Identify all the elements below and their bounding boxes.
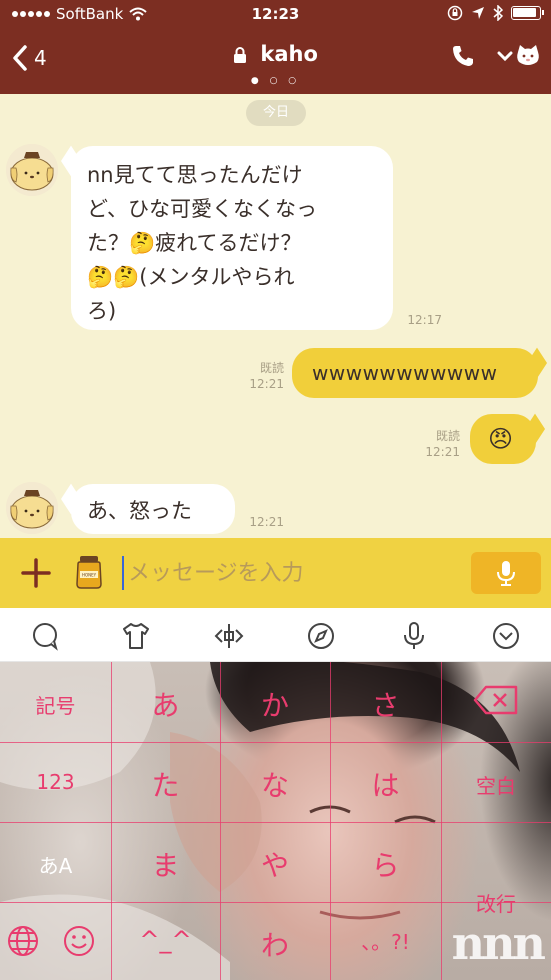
emoji-key[interactable] bbox=[62, 924, 96, 962]
avatar[interactable] bbox=[6, 144, 58, 196]
key-ta[interactable]: た bbox=[111, 764, 220, 804]
key-wa[interactable]: わ bbox=[220, 924, 330, 964]
voice-button[interactable] bbox=[471, 552, 541, 594]
cursor-move-icon[interactable] bbox=[213, 620, 245, 652]
chevron-down-icon bbox=[497, 51, 513, 62]
incoming-message-bubble[interactable]: nn見てて思ったんだけ ど、ひな可愛くなくなっ た？🤔疲れてるだけ？ 🤔🤔(メン… bbox=[71, 146, 393, 330]
message-input[interactable] bbox=[122, 556, 452, 590]
return-key[interactable]: 改行 bbox=[441, 888, 551, 917]
date-separator: 今日 bbox=[246, 100, 306, 126]
outgoing-message-bubble[interactable]: 😠 bbox=[470, 414, 536, 464]
honey-label: HONEY bbox=[82, 573, 97, 578]
key-a[interactable]: あ bbox=[111, 684, 220, 724]
rotation-lock-icon bbox=[447, 5, 463, 21]
microphone-icon bbox=[497, 561, 515, 586]
chevron-down-circle-icon[interactable] bbox=[490, 620, 522, 652]
key-na[interactable]: な bbox=[220, 764, 330, 804]
cat-mascot-icon bbox=[517, 45, 539, 65]
message-meta: 既読 12:21 bbox=[238, 360, 284, 392]
bluetooth-icon bbox=[493, 5, 503, 21]
status-bar: SoftBank 12:23 bbox=[0, 0, 551, 30]
chat-area[interactable]: 今日 nn見てて思ったんだけ ど、ひな可愛くなくなっ た？🤔疲れてるだけ？ 🤔🤔… bbox=[0, 94, 551, 538]
read-receipt: 既読 bbox=[435, 429, 460, 443]
key-input-mode[interactable]: あA bbox=[0, 850, 111, 879]
avatar[interactable] bbox=[6, 482, 58, 534]
backspace-icon bbox=[473, 685, 518, 715]
keyboard-toolbar bbox=[0, 608, 551, 662]
key-punctuation[interactable]: 、。?! bbox=[330, 926, 441, 955]
key-ra[interactable]: ら bbox=[330, 844, 441, 884]
message-line: た？🤔疲れてるだけ？ bbox=[87, 231, 302, 255]
location-icon bbox=[472, 7, 484, 19]
message-time: 12:21 bbox=[425, 445, 460, 459]
chat-title-text: kaho bbox=[260, 42, 318, 66]
keyboard: 記号 あ か さ 123 た な は 空白 あA ま や ら 改行 ^_^ わ … bbox=[0, 662, 551, 980]
incoming-message-bubble[interactable]: あ、怒った bbox=[71, 484, 235, 534]
speech-bubble-icon[interactable] bbox=[29, 620, 61, 652]
microphone-icon[interactable] bbox=[398, 620, 430, 652]
key-kaomoji[interactable]: ^_^ bbox=[111, 926, 220, 954]
message-input-bar: HONEY bbox=[0, 538, 551, 608]
header-actions bbox=[451, 44, 541, 68]
honey-jar-button[interactable]: HONEY bbox=[74, 554, 104, 594]
globe-icon bbox=[8, 926, 38, 956]
key-ka[interactable]: か bbox=[220, 684, 330, 724]
chat-header: 4 kaho ● ○ ○ bbox=[0, 30, 551, 94]
phone-icon[interactable] bbox=[451, 44, 475, 68]
pompompurin-avatar-icon bbox=[6, 144, 58, 196]
message-line: nn見てて思ったんだけ bbox=[87, 163, 303, 187]
angry-emoji: 😠 bbox=[488, 425, 514, 453]
key-ya[interactable]: や bbox=[220, 844, 330, 884]
pompompurin-avatar-icon bbox=[6, 482, 58, 534]
space-key[interactable]: 空白 bbox=[441, 770, 551, 799]
globe-key[interactable] bbox=[6, 924, 40, 962]
smiley-icon bbox=[64, 926, 94, 956]
watermark-logo: nnn bbox=[451, 916, 546, 970]
key-sa[interactable]: さ bbox=[330, 684, 441, 724]
read-receipt: 既読 bbox=[259, 361, 284, 375]
message-line: ど、ひな可愛くなくなっ bbox=[87, 197, 317, 221]
outgoing-message-bubble[interactable]: wwwwwwwwwww bbox=[292, 348, 538, 398]
lock-icon bbox=[234, 47, 247, 63]
honey-jar-icon: HONEY bbox=[76, 556, 102, 589]
message-time: 12:21 bbox=[249, 515, 284, 529]
message-meta: 既読 12:21 bbox=[414, 428, 460, 460]
battery-icon bbox=[511, 6, 544, 20]
menu-toggle[interactable] bbox=[497, 44, 541, 68]
message-text: wwwwwwwwwww bbox=[312, 361, 498, 385]
status-right bbox=[447, 5, 544, 21]
key-ha[interactable]: は bbox=[330, 764, 441, 804]
key-symbols[interactable]: 記号 bbox=[0, 690, 111, 719]
message-text: nn見てて思ったんだけ ど、ひな可愛くなくなっ た？🤔疲れてるだけ？ 🤔🤔(メン… bbox=[87, 158, 317, 328]
message-line: ろ) bbox=[87, 299, 117, 323]
tshirt-icon[interactable] bbox=[120, 620, 152, 652]
key-numbers[interactable]: 123 bbox=[0, 770, 111, 794]
message-line: 🤔🤔(メンタルやられ bbox=[87, 265, 295, 289]
message-time: 12:17 bbox=[407, 313, 442, 327]
message-time: 12:21 bbox=[249, 377, 284, 391]
message-text: あ、怒った bbox=[87, 499, 192, 523]
page-indicator: ● ○ ○ bbox=[250, 76, 301, 86]
compass-icon[interactable] bbox=[305, 620, 337, 652]
plus-icon[interactable] bbox=[18, 555, 54, 591]
key-ma[interactable]: ま bbox=[111, 844, 220, 884]
delete-key[interactable] bbox=[441, 684, 551, 720]
